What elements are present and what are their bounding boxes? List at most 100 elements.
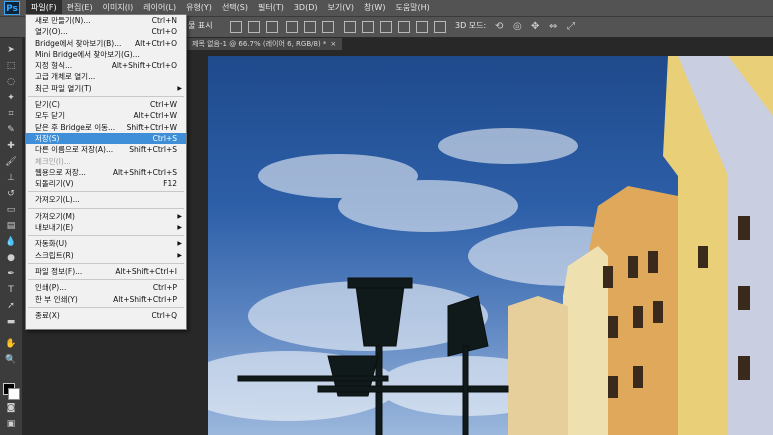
distribute-right-icon[interactable] bbox=[434, 21, 446, 33]
clone-stamp-tool-icon[interactable]: ⊥ bbox=[5, 172, 17, 184]
blur-tool-icon[interactable]: 💧 bbox=[5, 236, 17, 248]
path-select-tool-icon[interactable]: ➚ bbox=[5, 300, 17, 312]
menu-item-save[interactable]: 저장(S) Ctrl+S bbox=[26, 132, 186, 145]
dodge-tool-icon[interactable]: ● bbox=[5, 252, 17, 264]
align-left-icon[interactable] bbox=[286, 21, 298, 33]
menu-item-exit[interactable]: 종료(X) Ctrl+Q bbox=[26, 310, 186, 321]
gradient-tool-icon[interactable]: ▤ bbox=[5, 220, 17, 232]
distribute-bottom-icon[interactable] bbox=[380, 21, 392, 33]
hand-tool-icon[interactable]: ✋ bbox=[5, 338, 17, 350]
menu-window[interactable]: 창(W) bbox=[359, 0, 391, 16]
menu-item-label: 웹용으로 저장... bbox=[35, 167, 86, 177]
menu-item-label: 모두 닫기 bbox=[35, 111, 65, 121]
menu-item-place[interactable]: 가져오기(L)... bbox=[26, 194, 186, 205]
menu-item-open-smart-object[interactable]: 고급 개체로 열기... bbox=[26, 71, 186, 82]
document-title: 제목 없음-1 @ 66.7% (레이어 6, RGB/8) * bbox=[192, 40, 327, 48]
eraser-tool-icon[interactable]: ▭ bbox=[5, 204, 17, 216]
distribute-middle-icon[interactable] bbox=[362, 21, 374, 33]
distribute-top-icon[interactable] bbox=[344, 21, 356, 33]
menu-item-label: 스크립트(R) bbox=[35, 250, 74, 260]
3d-scale-icon[interactable]: ⤢ bbox=[567, 21, 579, 33]
align-middle-icon[interactable] bbox=[248, 21, 260, 33]
submenu-arrow-icon: ▶ bbox=[177, 84, 182, 92]
menu-item-scripts[interactable]: 스크립트(R) ▶ bbox=[26, 250, 186, 261]
history-brush-tool-icon[interactable]: ↺ bbox=[5, 188, 17, 200]
align-bottom-icon[interactable] bbox=[266, 21, 278, 33]
document-canvas-image[interactable] bbox=[208, 56, 773, 435]
menu-item-close-go-bridge[interactable]: 닫은 후 Bridge로 이동... Shift+Ctrl+W bbox=[26, 122, 186, 133]
menu-item-shortcut: Ctrl+S bbox=[152, 133, 177, 143]
submenu-arrow-icon: ▶ bbox=[177, 251, 182, 259]
menu-item-label: 한 부 인쇄(Y) bbox=[35, 294, 78, 304]
menu-item-file-info[interactable]: 파일 정보(F)... Alt+Shift+Ctrl+I bbox=[26, 266, 186, 277]
distribute-center-icon[interactable] bbox=[416, 21, 428, 33]
menu-item-new[interactable]: 새로 만들기(N)... Ctrl+N bbox=[26, 15, 186, 26]
menu-item-label: 지정 형식... bbox=[35, 61, 73, 71]
menu-item-recent-files[interactable]: 최근 파일 열기(T) ▶ bbox=[26, 83, 186, 94]
menu-item-label: 가져오기(L)... bbox=[35, 195, 80, 205]
menu-3d[interactable]: 3D(D) bbox=[289, 0, 323, 16]
type-tool-icon[interactable]: T bbox=[5, 284, 17, 296]
menu-separator bbox=[28, 235, 184, 237]
show-transform-label: 물 표시 bbox=[188, 21, 213, 30]
file-menu-dropdown: 새로 만들기(N)... Ctrl+N 열기(O)... Ctrl+O Bridge… bbox=[25, 14, 187, 330]
menu-item-save-for-web[interactable]: 웹용으로 저장... Alt+Shift+Ctrl+S bbox=[26, 167, 186, 178]
menu-item-shortcut: Ctrl+W bbox=[149, 100, 177, 110]
menu-help[interactable]: 도움말(H) bbox=[390, 0, 434, 16]
background-color-swatch[interactable] bbox=[8, 388, 20, 400]
distribute-left-icon[interactable] bbox=[398, 21, 410, 33]
align-center-icon[interactable] bbox=[304, 21, 316, 33]
screen-mode-icon[interactable]: ▣ bbox=[5, 418, 17, 430]
menu-item-label: 저장(S) bbox=[35, 133, 60, 143]
tools-panel: ➤ ⬚ ◌ ✦ ⌗ ✎ ✚ 🖌 ⊥ ↺ ▭ ▤ 💧 ● ✒ T ➚ ▬ ✋ 🔍 … bbox=[0, 38, 23, 435]
document-tab[interactable]: 제목 없음-1 @ 66.7% (레이어 6, RGB/8) * × bbox=[186, 38, 344, 50]
submenu-arrow-icon: ▶ bbox=[177, 224, 182, 232]
quick-mask-icon[interactable]: ◙ bbox=[5, 402, 17, 414]
menu-item-open[interactable]: 열기(O)... Ctrl+O bbox=[26, 26, 186, 37]
eyedropper-tool-icon[interactable]: ✎ bbox=[5, 124, 17, 136]
marquee-tool-icon[interactable]: ⬚ bbox=[5, 60, 17, 72]
3d-rotate-icon[interactable]: ⟲ bbox=[495, 21, 507, 33]
menu-item-close-all[interactable]: 모두 닫기 Alt+Ctrl+W bbox=[26, 110, 186, 121]
menu-item-label: 파일 정보(F)... bbox=[35, 266, 83, 276]
align-top-icon[interactable] bbox=[230, 21, 242, 33]
menu-separator bbox=[28, 207, 184, 209]
menu-item-save-as[interactable]: 다른 이름으로 저장(A)... Shift+Ctrl+S bbox=[26, 144, 186, 155]
brush-tool-icon[interactable]: 🖌 bbox=[5, 156, 17, 168]
menu-item-label: 닫기(C) bbox=[35, 100, 60, 110]
menu-item-revert[interactable]: 되돌리기(V) F12 bbox=[26, 178, 186, 189]
menu-item-close[interactable]: 닫기(C) Ctrl+W bbox=[26, 99, 186, 110]
menu-item-browse-bridge[interactable]: Bridge에서 찾아보기(B)... Alt+Ctrl+O bbox=[26, 38, 186, 49]
menu-item-print-one-copy[interactable]: 한 부 인쇄(Y) Alt+Shift+Ctrl+P bbox=[26, 294, 186, 305]
3d-slide-icon[interactable]: ⇔ bbox=[549, 21, 561, 33]
3d-roll-icon[interactable]: ◎ bbox=[513, 21, 525, 33]
menu-item-label: 체크인(I)... bbox=[35, 156, 71, 166]
menu-item-browse-mini-bridge[interactable]: Mini Bridge에서 찾아보기(G)... bbox=[26, 49, 186, 60]
healing-brush-tool-icon[interactable]: ✚ bbox=[5, 140, 17, 152]
menu-select[interactable]: 선택(S) bbox=[217, 0, 253, 16]
menu-item-label: 자동화(U) bbox=[35, 239, 68, 249]
menu-item-import[interactable]: 가져오기(M) ▶ bbox=[26, 211, 186, 222]
pen-tool-icon[interactable]: ✒ bbox=[5, 268, 17, 280]
crop-tool-icon[interactable]: ⌗ bbox=[5, 108, 17, 120]
close-tab-icon[interactable]: × bbox=[330, 40, 336, 48]
menu-view[interactable]: 보기(V) bbox=[323, 0, 359, 16]
menu-item-automate[interactable]: 자동화(U) ▶ bbox=[26, 238, 186, 249]
menu-item-shortcut: Alt+Shift+Ctrl+S bbox=[112, 167, 177, 177]
menu-item-label: 새로 만들기(N)... bbox=[35, 16, 91, 25]
zoom-tool-icon[interactable]: 🔍 bbox=[5, 354, 17, 366]
lasso-tool-icon[interactable]: ◌ bbox=[5, 76, 17, 88]
menu-separator bbox=[28, 306, 184, 308]
menu-item-open-as[interactable]: 지정 형식... Alt+Shift+Ctrl+O bbox=[26, 60, 186, 71]
quick-select-tool-icon[interactable]: ✦ bbox=[5, 92, 17, 104]
align-right-icon[interactable] bbox=[322, 21, 334, 33]
menu-filter[interactable]: 필터(T) bbox=[253, 0, 289, 16]
3d-pan-icon[interactable]: ✥ bbox=[531, 21, 543, 33]
move-tool-icon[interactable]: ➤ bbox=[5, 44, 17, 56]
shape-tool-icon[interactable]: ▬ bbox=[5, 316, 17, 328]
menu-item-export[interactable]: 내보내기(E) ▶ bbox=[26, 222, 186, 233]
menu-item-label: 최근 파일 열기(T) bbox=[35, 83, 92, 93]
menu-item-shortcut: Shift+Ctrl+S bbox=[129, 145, 177, 155]
menu-item-print[interactable]: 인쇄(P)... Ctrl+P bbox=[26, 282, 186, 293]
menu-item-shortcut: Shift+Ctrl+W bbox=[126, 122, 177, 132]
